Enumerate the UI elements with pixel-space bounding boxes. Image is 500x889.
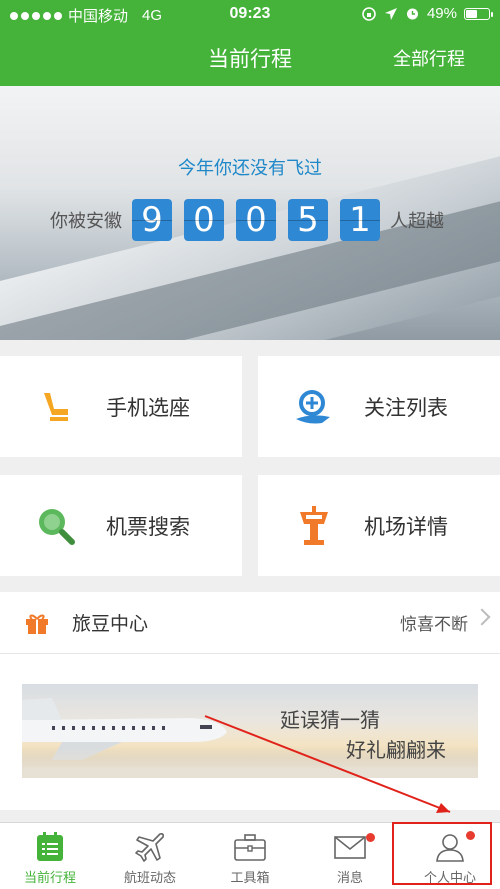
rotation-lock-icon (362, 6, 376, 21)
follow-list-icon (290, 383, 338, 431)
ticket-search-card[interactable]: 机票搜索 (0, 475, 242, 576)
counter-digit: 5 (288, 199, 328, 241)
gift-icon (26, 614, 48, 634)
tab-toolbox[interactable]: 工具箱 (200, 823, 300, 889)
tab-label: 航班动态 (123, 870, 176, 885)
follow-list-card[interactable]: 关注列表 (258, 356, 500, 457)
tab-label: 当前行程 (23, 870, 76, 885)
ticket-search-label: 机票搜索 (106, 515, 190, 539)
tab-label: 工具箱 (230, 870, 270, 885)
battery-percent: 49% (426, 5, 457, 22)
banner-message: 今年你还没有飞过 (178, 158, 322, 178)
alarm-icon (406, 8, 418, 20)
counter-suffix: 人超越 (390, 211, 444, 231)
promo-line-2: 好礼翩翩来 (346, 740, 446, 762)
delay-guess-promo-banner[interactable]: 延误猜一猜 好礼翩翩来 (22, 684, 478, 778)
battery-fill (466, 9, 477, 18)
counter-digit: 0 (236, 199, 276, 241)
battery-icon (464, 7, 493, 20)
flight-stats-banner: 今年你还没有飞过 你被安徽 9 0 0 5 1 人超越 (0, 86, 500, 340)
search-icon (32, 502, 80, 550)
top-header: 中国移动 4G 09:23 49% 当前行程 全部行程 (0, 0, 500, 86)
promo-section: 延误猜一猜 好礼翩翩来 (0, 654, 500, 810)
location-icon (384, 7, 397, 20)
seat-select-label: 手机选座 (106, 396, 190, 420)
follow-list-label: 关注列表 (364, 396, 448, 420)
title-bar: 当前行程 全部行程 (0, 38, 500, 78)
envelope-icon (332, 829, 368, 865)
message-badge (366, 833, 375, 842)
beans-center-row[interactable]: 旅豆中心 惊喜不断 (0, 592, 500, 654)
seat-select-card[interactable]: 手机选座 (0, 356, 242, 457)
beans-center-title: 旅豆中心 (72, 614, 149, 635)
airport-tower-icon (290, 502, 338, 550)
beans-more-text: 惊喜不断 (400, 615, 468, 634)
airport-detail-label: 机场详情 (364, 515, 448, 539)
all-trips-button[interactable]: 全部行程 (393, 45, 465, 71)
counter-prefix: 你被安徽 (50, 211, 122, 231)
status-right: 49% (361, 5, 493, 22)
plane-icon (132, 829, 168, 865)
promo-line-1: 延误猜一猜 (280, 710, 380, 732)
tab-messages[interactable]: 消息 (300, 823, 400, 889)
counter-digit: 1 (340, 199, 380, 241)
seat-icon (32, 383, 80, 431)
status-bar: 中国移动 4G 09:23 49% (0, 0, 500, 30)
chevron-right-icon (473, 608, 491, 626)
airport-detail-card[interactable]: 机场详情 (258, 475, 500, 576)
counter-digit: 0 (184, 199, 224, 241)
counter-digit: 9 (132, 199, 172, 241)
toolbox-icon (232, 829, 268, 865)
tab-current-trip[interactable]: 当前行程 (0, 823, 100, 889)
annotation-highlight-box (392, 822, 492, 885)
calendar-list-icon (32, 829, 68, 865)
tab-flight-status[interactable]: 航班动态 (100, 823, 200, 889)
tab-label: 消息 (336, 870, 363, 885)
rank-counter: 你被安徽 9 0 0 5 1 人超越 (50, 199, 444, 241)
